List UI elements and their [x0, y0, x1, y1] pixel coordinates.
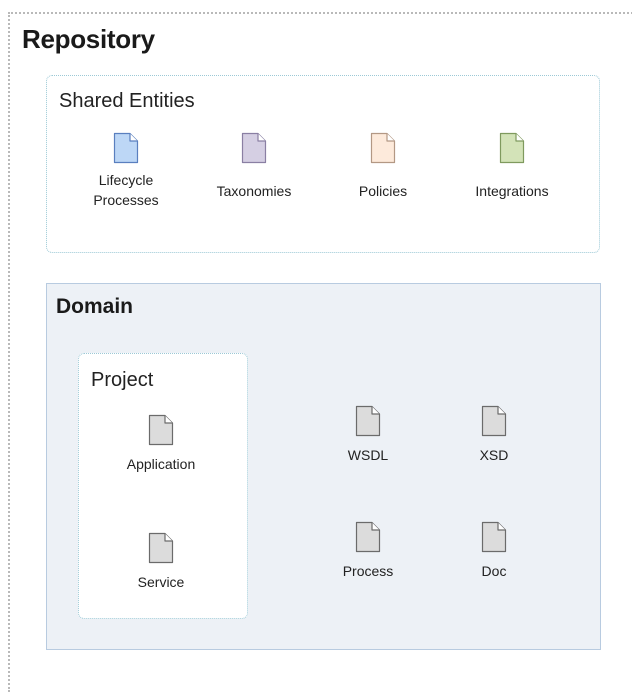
item-label-line1: Lifecycle: [98, 172, 154, 188]
document-icon: [101, 532, 221, 564]
project-item-service: Service: [101, 532, 221, 592]
domain-item-process: Process: [308, 521, 428, 581]
project-item-application: Application: [101, 414, 221, 474]
domain-item-doc: Doc: [434, 521, 554, 581]
document-icon: [308, 521, 428, 553]
item-label-line2: Processes: [93, 192, 159, 208]
document-icon: [452, 132, 572, 164]
document-icon: [101, 414, 221, 446]
shared-item-lifecycle-processes: Lifecycle Processes: [66, 132, 186, 210]
document-icon: [434, 405, 554, 437]
domain-title: Domain: [56, 295, 134, 318]
item-label: XSD: [479, 447, 509, 463]
document-icon: [194, 132, 314, 164]
shared-item-integrations: Integrations: [452, 132, 572, 201]
document-icon: [66, 132, 186, 164]
item-label: Policies: [358, 183, 408, 199]
item-label: Application: [126, 456, 196, 472]
document-icon: [308, 405, 428, 437]
repository-title: Repository: [22, 24, 155, 54]
domain-item-wsdl: WSDL: [308, 405, 428, 465]
shared-entities-title: Shared Entities: [59, 90, 195, 112]
shared-item-policies: Policies: [323, 132, 443, 201]
item-label: WSDL: [347, 447, 389, 463]
project-title: Project: [91, 369, 154, 391]
document-icon: [434, 521, 554, 553]
domain-item-xsd: XSD: [434, 405, 554, 465]
shared-item-taxonomies: Taxonomies: [194, 132, 314, 201]
item-label: Service: [137, 574, 185, 590]
item-label: Doc: [481, 563, 507, 579]
item-label: Process: [342, 563, 394, 579]
item-label: Taxonomies: [216, 183, 292, 199]
item-label: Integrations: [475, 183, 549, 199]
document-icon: [323, 132, 443, 164]
